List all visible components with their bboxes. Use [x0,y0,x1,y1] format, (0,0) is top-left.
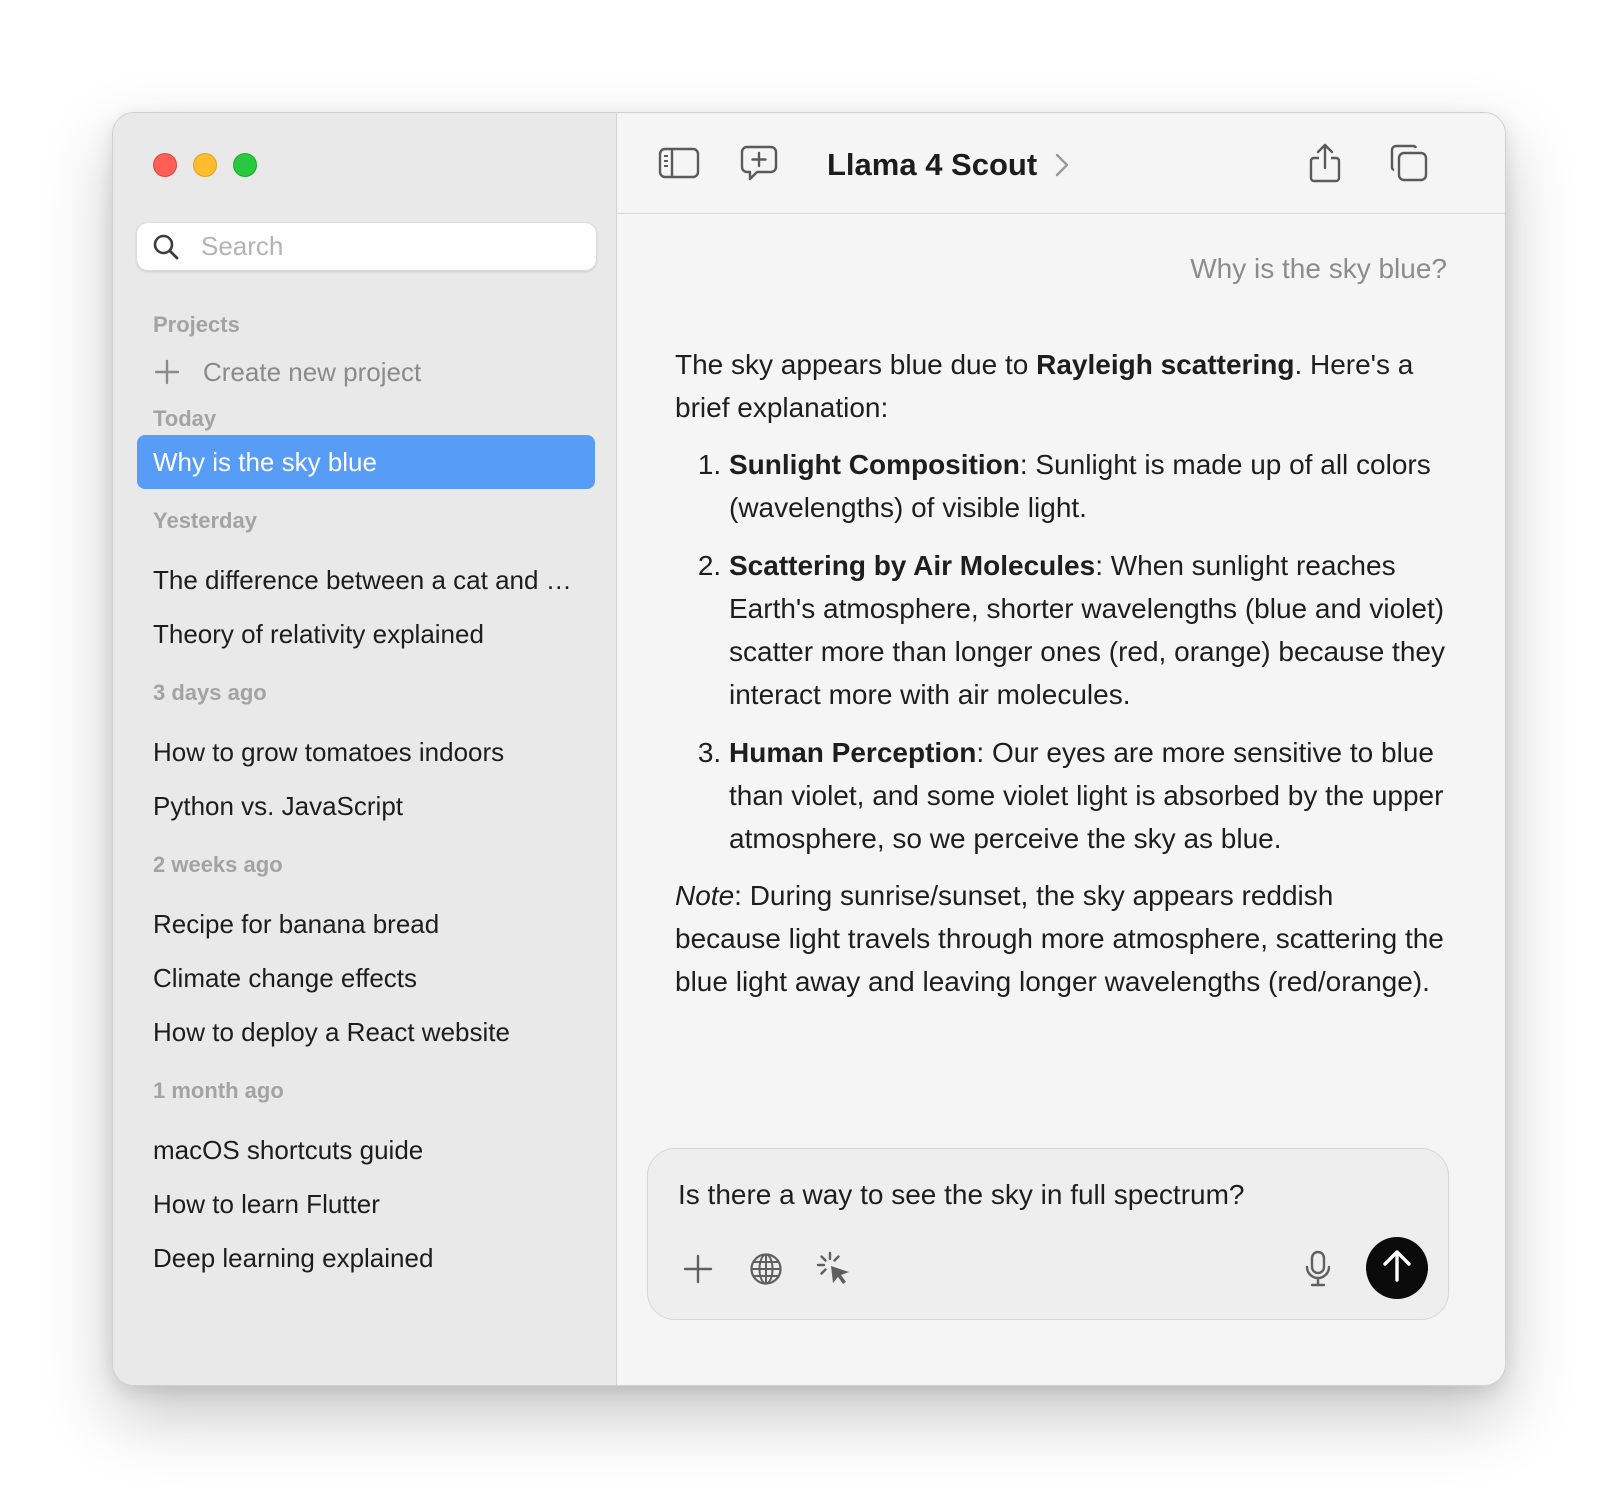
message-composer[interactable]: Is there a way to see the sky in full sp… [647,1148,1449,1320]
chat-panel: Llama 4 Scout Why is the sky blue? The s… [617,113,1505,1385]
answer-point: Human Perception: Our eyes are more sens… [729,731,1445,860]
conversation-item[interactable]: Theory of relativity explained [137,607,595,661]
answer-intro: The sky appears blue due to Rayleigh sca… [675,349,1414,423]
search-field[interactable]: Search [136,222,597,271]
minimize-window-button[interactable] [193,153,217,177]
new-chat-icon [739,143,779,188]
conversation-item[interactable]: How to deploy a React website [137,1005,595,1059]
search-placeholder: Search [201,231,284,261]
model-selector[interactable]: Llama 4 Scout [827,143,1069,187]
plus-icon [153,358,181,386]
conversation-item[interactable]: Recipe for banana bread [137,897,595,951]
conversation-item[interactable]: macOS shortcuts guide [137,1123,595,1177]
sidebar-toggle-icon [658,146,700,185]
answer-list: Sunlight Composition: Sunlight is made u… [675,443,1445,860]
window-controls [153,153,257,177]
globe-icon [749,1252,783,1291]
share-icon [1307,142,1343,189]
zoom-window-button[interactable] [233,153,257,177]
web-search-button[interactable] [746,1251,786,1291]
group-label-2-weeks-ago: 2 weeks ago [153,852,283,877]
conversation-item[interactable]: How to grow tomatoes indoors [137,725,595,779]
conversation-item[interactable]: The difference between a cat and a dog [137,553,595,607]
group-label-3-days-ago: 3 days ago [153,680,267,705]
voice-input-button[interactable] [1298,1250,1338,1293]
share-button[interactable] [1303,143,1347,187]
assistant-message: The sky appears blue due to Rayleigh sca… [675,343,1445,1003]
app-window: Search Projects Create new project Today… [112,112,1506,1386]
create-project-button[interactable]: Create new project [137,341,595,403]
conversation-list: Projects Create new project Today Why is… [137,309,595,1285]
search-icon [151,232,181,262]
conversation-item[interactable]: Climate change effects [137,951,595,1005]
model-name: Llama 4 Scout [827,147,1038,182]
conversation-item[interactable]: Python vs. JavaScript [137,779,595,833]
close-window-button[interactable] [153,153,177,177]
arrow-up-icon [1381,1249,1413,1288]
attach-button[interactable] [678,1251,718,1291]
projects-label: Projects [153,312,240,337]
answer-point: Scattering by Air Molecules: When sunlig… [729,544,1445,716]
new-chat-button[interactable] [737,143,781,187]
message-input[interactable]: Is there a way to see the sky in full sp… [678,1179,1244,1211]
conversation-item-active[interactable]: Why is the sky blue [137,435,595,489]
user-message: Why is the sky blue? [1190,253,1447,284]
plus-icon [683,1254,713,1289]
copy-icon [1389,143,1429,188]
answer-note: Note: During sunrise/sunset, the sky app… [675,880,1444,997]
chevron-right-icon [1055,153,1069,177]
send-button[interactable] [1366,1237,1428,1299]
microphone-icon [1303,1250,1333,1293]
sidebar: Search Projects Create new project Today… [113,113,617,1385]
copy-button[interactable] [1387,143,1431,187]
toggle-sidebar-button[interactable] [657,143,701,187]
group-label-today: Today [153,406,217,431]
create-project-label: Create new project [203,356,422,387]
conversation-item[interactable]: Deep learning explained [137,1231,595,1285]
group-label-yesterday: Yesterday [153,508,257,533]
group-label-1-month-ago: 1 month ago [153,1078,284,1103]
sparkle-cursor-icon [816,1251,852,1292]
toolbar: Llama 4 Scout [617,113,1505,214]
tools-button[interactable] [814,1251,854,1291]
answer-point: Sunlight Composition: Sunlight is made u… [729,443,1445,529]
conversation-item[interactable]: How to learn Flutter [137,1177,595,1231]
